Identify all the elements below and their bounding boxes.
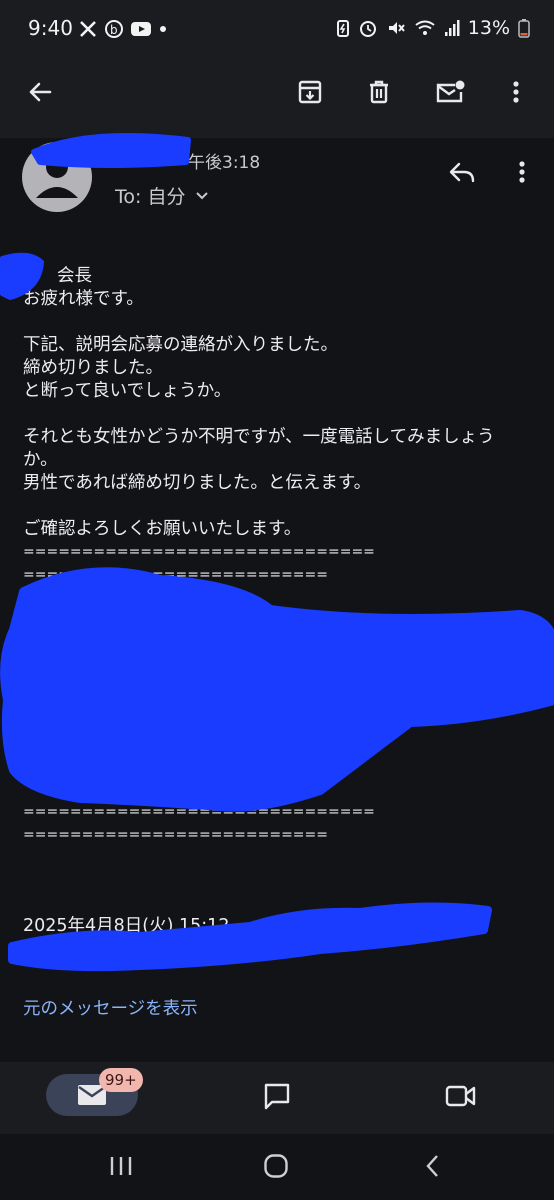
nav-meet-tab[interactable] (441, 1076, 481, 1116)
more-vert-icon (513, 81, 519, 103)
nav-chat-tab[interactable] (257, 1076, 297, 1116)
system-back-button[interactable] (412, 1146, 452, 1186)
x-app-icon (80, 21, 96, 37)
dot-icon (160, 26, 166, 32)
archive-button[interactable] (290, 72, 330, 112)
person-icon (36, 156, 78, 198)
body-line: か。 (23, 450, 58, 470)
quoted-date: 2025年4月8日(火) 15:12 (23, 916, 230, 936)
recent-apps-icon (110, 1157, 132, 1175)
back-button[interactable] (20, 72, 60, 112)
svg-text:b: b (110, 23, 118, 37)
body-line: と断って良いでしょうか。 (23, 381, 232, 401)
youtube-icon (131, 22, 151, 36)
chevron-down-icon (196, 191, 209, 199)
videocam-icon (445, 1085, 476, 1107)
mark-unread-button[interactable] (430, 72, 470, 112)
body-line: 締め切りました。 (23, 358, 163, 378)
body-line: お疲れ様です。 (23, 289, 144, 309)
app-bar (0, 60, 554, 138)
separator-line: ============================== (23, 544, 375, 560)
more-vert-icon (519, 161, 525, 183)
status-notification-icons: b (78, 19, 168, 39)
unread-badge: 99+ (99, 1068, 143, 1092)
separator-line: ========================== (23, 827, 328, 843)
body-line: 会長 (57, 266, 92, 286)
message-more-button[interactable] (502, 152, 542, 192)
recipient-details-toggle[interactable]: To: 自分 (115, 182, 209, 209)
battery-percent: 13% (467, 17, 510, 39)
battery-icon (518, 19, 530, 38)
chat-icon (264, 1083, 290, 1110)
status-time: 9:40 (28, 16, 73, 40)
separator-line: ========================== (23, 567, 328, 583)
more-options-button[interactable] (496, 72, 536, 112)
separator-line: ============================== (23, 804, 375, 820)
battery-saver-icon (336, 20, 349, 37)
sender-avatar[interactable] (22, 142, 92, 212)
body-line: それとも女性かどうか不明ですが、一度電話してみましょう (23, 427, 495, 447)
home-button[interactable] (256, 1146, 296, 1186)
show-original-link[interactable]: 元のメッセージを表示 (23, 995, 198, 1020)
arrow-back-icon (29, 82, 52, 102)
status-bar: 9:40 b 13% (0, 0, 554, 60)
gmail-message-screen: 9:40 b 13% 午後3:18 To: 自分 会長 お疲れ様です。 下記、説… (0, 0, 554, 1200)
trash-icon (370, 80, 388, 104)
signal-icon (444, 20, 460, 36)
delete-button[interactable] (359, 72, 399, 112)
recipient-label: To: 自分 (115, 186, 186, 208)
mark-unread-icon (436, 80, 465, 103)
status-system-icons: 13% (336, 17, 530, 39)
body-line: 下記、説明会応募の連絡が入りました。 (23, 335, 338, 355)
wifi-icon (415, 20, 435, 35)
system-nav-bar (0, 1134, 554, 1200)
chevron-left-icon (426, 1155, 438, 1177)
body-line: 男性であれば締め切りました。と伝えます。 (23, 473, 372, 493)
archive-icon (298, 80, 322, 104)
alarm-icon (359, 21, 376, 37)
home-circle-icon (264, 1154, 288, 1178)
b-app-icon: b (105, 20, 123, 38)
message-body: 会長 お疲れ様です。 下記、説明会応募の連絡が入りました。 締め切りました。 と… (23, 265, 543, 587)
reply-button[interactable] (442, 152, 482, 192)
reply-icon (449, 162, 475, 183)
recent-apps-button[interactable] (101, 1146, 141, 1186)
message-time: 午後3:18 (188, 153, 261, 173)
mute-icon (388, 22, 405, 34)
body-line: ご確認よろしくお願いいたします。 (23, 519, 302, 539)
